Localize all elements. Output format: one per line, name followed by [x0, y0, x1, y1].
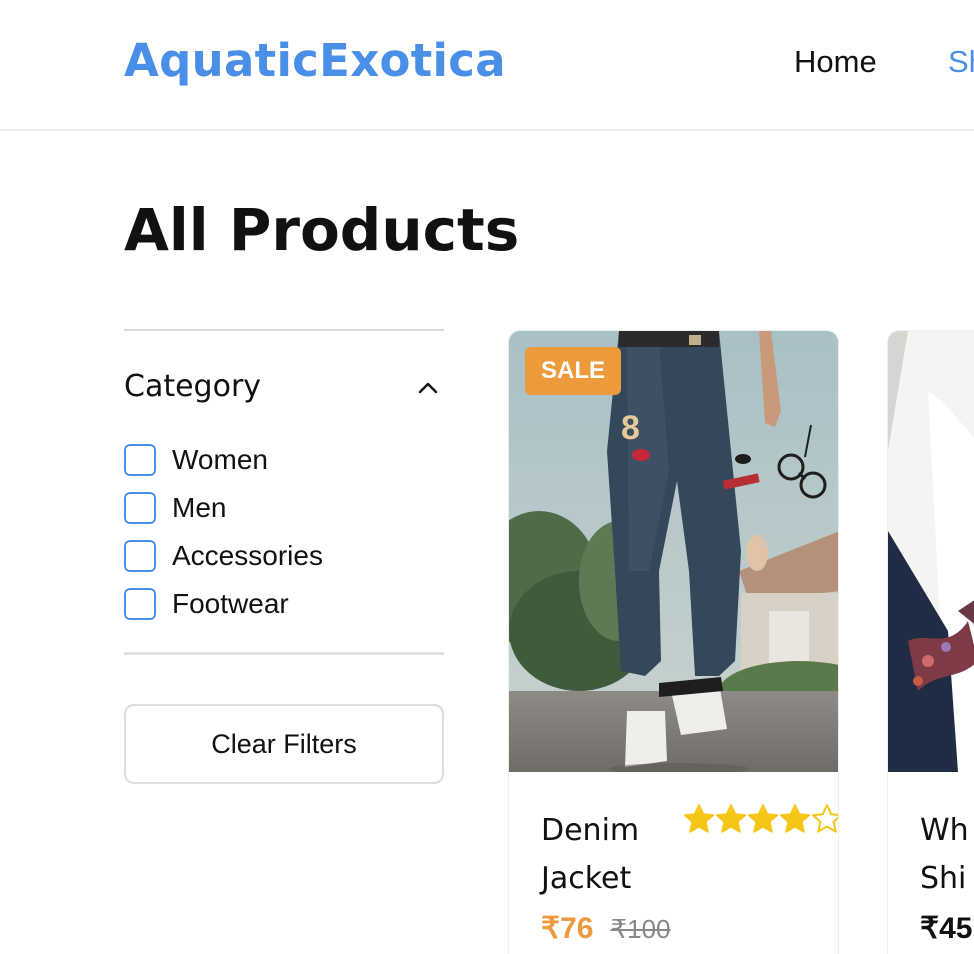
sale-badge: SALE — [525, 347, 622, 395]
checkbox[interactable] — [124, 492, 156, 524]
product-card[interactable]: 8 SALE Denim Jacket ₹76 ₹100 — [508, 330, 839, 954]
price: ₹45 — [920, 912, 973, 945]
filter-option-label: Men — [172, 492, 227, 523]
filter-option-footwear[interactable]: Footwear — [124, 588, 289, 620]
filter-divider-top — [124, 329, 444, 331]
brand-logo[interactable]: AquaticExotica — [124, 34, 506, 87]
sale-price: ₹76 — [541, 912, 594, 945]
svg-text:8: 8 — [621, 409, 640, 447]
checkbox[interactable] — [124, 444, 156, 476]
filter-option-men[interactable]: Men — [124, 492, 226, 524]
product-name[interactable]: Denim Jacket — [541, 807, 691, 903]
star-filled-icon — [716, 804, 746, 833]
filter-option-label: Accessories — [172, 540, 323, 571]
filter-option-label: Women — [172, 444, 268, 475]
filter-option-women[interactable]: Women — [124, 444, 268, 476]
category-heading: Category — [124, 369, 262, 404]
clear-filters-button[interactable]: Clear Filters — [124, 704, 444, 784]
product-name[interactable]: Wh Shi — [920, 807, 974, 903]
checkbox[interactable] — [124, 540, 156, 572]
rating-stars — [683, 803, 838, 835]
product-card[interactable]: Wh Shi ₹45 — [887, 330, 974, 954]
star-filled-icon — [684, 804, 714, 833]
star-empty-icon — [812, 804, 838, 833]
page-title: All Products — [124, 196, 520, 264]
filter-option-accessories[interactable]: Accessories — [124, 540, 323, 572]
price-row: ₹76 ₹100 — [541, 911, 670, 946]
nav-link-shop[interactable]: Sh — [948, 44, 974, 80]
star-filled-icon — [780, 804, 810, 833]
product-image[interactable]: 8 — [509, 331, 838, 772]
original-price: ₹100 — [610, 914, 671, 944]
chevron-up-icon[interactable] — [416, 376, 440, 400]
nav-link-home[interactable]: Home — [794, 44, 877, 80]
product-image[interactable] — [888, 331, 974, 772]
price-row: ₹45 — [920, 911, 972, 946]
star-filled-icon — [748, 804, 778, 833]
checkbox[interactable] — [124, 588, 156, 620]
site-header: AquaticExotica Home Sh — [0, 0, 974, 131]
filter-divider-bottom — [124, 652, 444, 655]
filter-option-label: Footwear — [172, 588, 289, 619]
